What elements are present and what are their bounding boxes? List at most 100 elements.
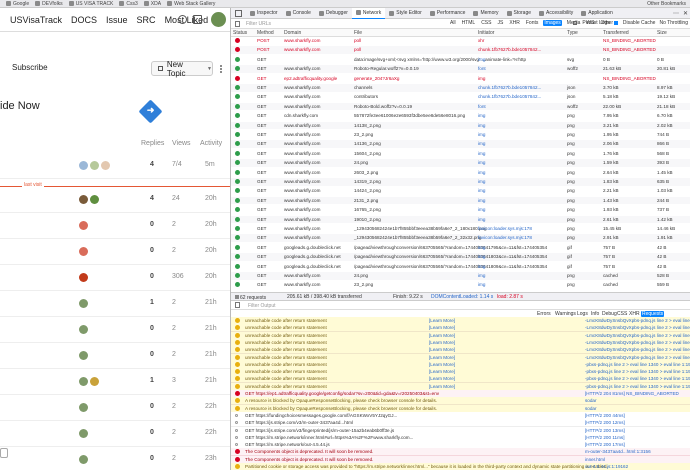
message-source[interactable]: m-outer-3437aa4d...html:1:3156: [585, 449, 651, 454]
message-source[interactable]: -pbxs-pdnq.js line 2 > eval line 1340 > …: [585, 384, 690, 389]
learn-more-link[interactable]: [Learn More]: [429, 347, 455, 352]
message-source[interactable]: [HTTP/2 204 81ms] NS_BINDING_ABORTED: [585, 391, 679, 396]
network-request-row[interactable]: GET www.sharkfly.com 14136_2.png img png 2.06…: [231, 140, 690, 148]
console-message[interactable]: Partitioned cookie or storage access was…: [231, 463, 690, 470]
learn-more-link[interactable]: [Learn More]: [429, 318, 455, 323]
avatar[interactable]: [90, 377, 99, 386]
col-views[interactable]: Views: [172, 140, 191, 147]
more-options-icon[interactable]: ⋯: [673, 10, 679, 17]
network-request-row[interactable]: GET www.sharkfly.com Roboto-Regular.woff2?…: [231, 65, 690, 73]
throttling-select[interactable]: No Throttling: [659, 20, 688, 26]
avatar[interactable]: [79, 325, 88, 334]
learn-more-link[interactable]: [Learn More]: [429, 333, 455, 338]
topic-row[interactable]: 0 2 23h: [0, 447, 230, 470]
avatar[interactable]: [79, 273, 88, 282]
message-source[interactable]: -pbxs-pdnq.js line 2 > eval line 1340 > …: [585, 369, 690, 374]
col-activity[interactable]: Activity: [200, 140, 222, 147]
avatar[interactable]: [101, 161, 110, 170]
message-source[interactable]: -LmcK8dwDySnsbQvXpbs-pdnq.js line 2 > ev…: [585, 318, 690, 323]
tab-debugger[interactable]: Debugger: [315, 8, 352, 19]
message-source[interactable]: -LmcK8dwDySnsbQvXpbs-pdnq.js line 2 > ev…: [585, 325, 690, 330]
network-request-row[interactable]: GET googleads.g.doubleclick.net/pagead/vi…: [231, 253, 690, 261]
filter-output-input[interactable]: Filter Output: [248, 303, 276, 309]
col-replies[interactable]: Replies: [141, 140, 164, 147]
network-request-row[interactable]: GET ep2.adtrafficquality.google generate_2…: [231, 75, 690, 83]
activity-time[interactable]: 21h: [205, 351, 217, 358]
filter-chip-images[interactable]: Images: [543, 20, 562, 26]
col-status[interactable]: Status: [233, 30, 247, 36]
topic-row[interactable]: 4 24 20h: [0, 187, 230, 213]
network-request-row[interactable]: GET googleads.g.doubleclick.net/pagead/vi…: [231, 263, 690, 271]
bookmark-web-stack-gallery[interactable]: Web Stack Gallery: [167, 1, 215, 7]
message-source[interactable]: -pbxs-pdnq.js line 2 > eval line 1340 > …: [585, 362, 690, 367]
request-initiator[interactable]: favicon:loader.sys.mjs:178: [478, 226, 532, 231]
filter-chip-css[interactable]: CSS: [480, 20, 492, 26]
nav-link-docs[interactable]: DOCS: [71, 15, 97, 25]
request-initiator[interactable]: img: [478, 207, 485, 212]
learn-more-link[interactable]: [Learn More]: [429, 362, 455, 367]
activity-time[interactable]: 20h: [205, 247, 217, 254]
avatar[interactable]: [79, 247, 88, 256]
message-source[interactable]: -pbxs-pdnq.js line 2 > eval line 1340 > …: [585, 376, 690, 381]
network-request-row[interactable]: GET www.sharkfly.com 14138_2.png img png 3.21…: [231, 121, 690, 130]
col-file[interactable]: File: [354, 30, 362, 36]
message-source[interactable]: [HTTP/2 200 17ms]: [585, 442, 625, 447]
tab-accessibility[interactable]: Accessibility: [535, 8, 577, 19]
tab-performance[interactable]: Performance: [426, 8, 470, 19]
request-initiator[interactable]: img: [478, 57, 485, 62]
activity-time[interactable]: 21h: [205, 299, 217, 306]
message-source[interactable]: sodar: [585, 406, 597, 411]
request-initiator[interactable]: img: [478, 198, 485, 203]
network-request-row[interactable]: GET www.sharkfly.com _1294305682424e1b7f85…: [231, 225, 690, 233]
learn-more-link[interactable]: [Learn More]: [429, 384, 455, 389]
trash-icon[interactable]: [235, 302, 240, 308]
avatar[interactable]: [90, 195, 99, 204]
request-initiator[interactable]: xhr: [478, 38, 484, 43]
request-initiator[interactable]: img: [478, 160, 485, 165]
network-request-row[interactable]: GET googleads.g.doubleclick.net/pagead/vi…: [231, 244, 690, 252]
subscribe-link[interactable]: Subscribe: [12, 63, 48, 72]
network-request-row[interactable]: GET www.sharkfly.com 24.png img png 1.59 kB 39…: [231, 159, 690, 167]
topic-row[interactable]: 0 2 21h: [0, 317, 230, 343]
message-source[interactable]: sodar: [585, 398, 597, 403]
menu-icon[interactable]: [193, 15, 202, 24]
bookmark-css3[interactable]: Css3: [119, 1, 138, 7]
message-source[interactable]: [HTTP/2 200 44ms]: [585, 413, 625, 418]
activity-time[interactable]: 23h: [205, 455, 217, 462]
element-picker-icon[interactable]: [235, 9, 242, 17]
message-source[interactable]: -LmcK8dwDySnsbQvXpbs-pdnq.js line 2 > ev…: [585, 333, 690, 338]
tab-memory[interactable]: Memory: [469, 8, 502, 19]
request-initiator[interactable]: img: [478, 264, 485, 269]
avatar[interactable]: [79, 221, 88, 230]
bookmark-xda[interactable]: XDA: [143, 1, 161, 7]
trash-icon[interactable]: [235, 20, 240, 27]
learn-more-link[interactable]: [Learn More]: [429, 340, 455, 345]
tab-inspector[interactable]: Inspector: [246, 8, 282, 19]
learn-more-link[interactable]: [Learn More]: [429, 376, 455, 381]
request-initiator[interactable]: font: [478, 66, 486, 71]
avatar[interactable]: [79, 299, 88, 308]
activity-time[interactable]: 22h: [205, 429, 217, 436]
network-request-row[interactable]: GET www.sharkfly.com 2603_2.png img png 2.64 …: [231, 169, 690, 177]
network-request-row[interactable]: GET www.sharkfly.com _1294305682424e1b7f85…: [231, 234, 690, 242]
new-topic-button[interactable]: New Topic ▼: [151, 60, 213, 78]
topic-row[interactable]: 0 306 20h: [0, 265, 230, 291]
col-size[interactable]: Size: [657, 30, 667, 36]
request-initiator[interactable]: img: [478, 179, 485, 184]
network-request-row[interactable]: GET cdn.sharkfly.com 557872fe3ee61006e2e65…: [231, 112, 690, 120]
request-initiator[interactable]: img: [478, 282, 485, 287]
activity-time[interactable]: 20h: [205, 221, 217, 228]
user-avatar[interactable]: [211, 12, 226, 27]
avatar[interactable]: [79, 403, 88, 412]
message-source[interactable]: [HTTP/2 200 12ms]: [585, 420, 625, 425]
activity-time[interactable]: 21h: [205, 325, 217, 332]
network-request-row[interactable]: GET www.sharkfly.com 14424_2.png img png 2.21…: [231, 187, 690, 195]
avatar[interactable]: [90, 161, 99, 170]
request-initiator[interactable]: img: [478, 273, 485, 278]
network-request-row[interactable]: POST www.sharkfly.com poll chunk.1fb7627b.b…: [231, 46, 690, 54]
network-request-row[interactable]: GET www.sharkfly.com Roboto-Bold.woff2?v=0…: [231, 102, 690, 111]
network-request-row[interactable]: GET www.sharkfly.com channels chunk.1fb7627…: [231, 84, 690, 92]
filter-chip-all[interactable]: All: [449, 20, 457, 26]
topic-row[interactable]: 0 2 22h: [0, 421, 230, 447]
message-source[interactable]: -LmcK8dwDySnsbQvXpbs-pdnq.js line 2 > ev…: [585, 347, 690, 352]
